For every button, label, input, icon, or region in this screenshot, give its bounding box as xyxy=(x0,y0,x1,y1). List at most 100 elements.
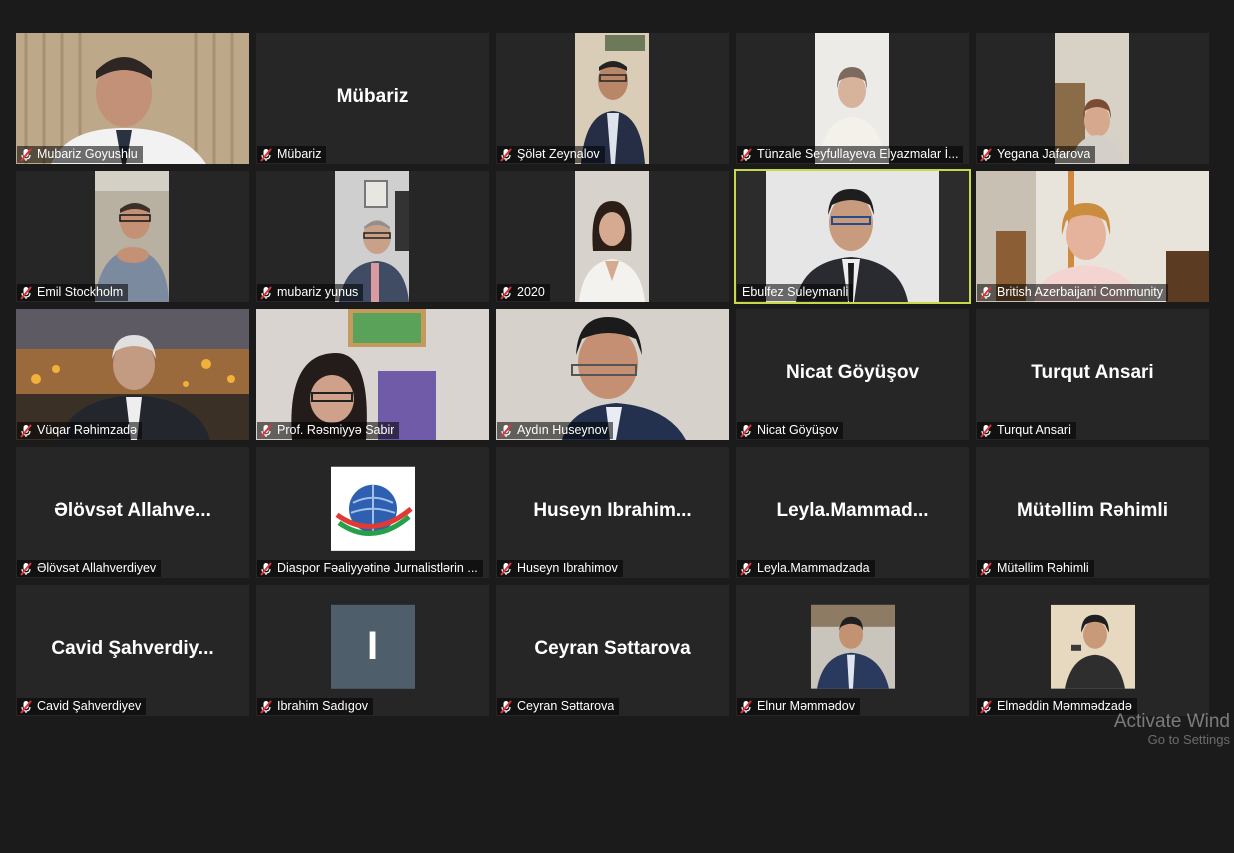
participant-tile[interactable]: Mütəllim Rəhimli Mütəllim Rəhimli xyxy=(976,447,1209,578)
participant-nameplate: Elnur Məmmədov xyxy=(737,698,860,715)
muted-mic-icon xyxy=(739,700,753,714)
participant-name: Elməddin Məmmədzadə xyxy=(997,699,1132,713)
participant-video xyxy=(256,309,489,440)
participant-tile[interactable]: Huseyn Ibrahim... Huseyn Ibrahimov xyxy=(496,447,729,578)
participant-nameplate: Leyla.Mammadzada xyxy=(737,560,875,577)
participant-name: Huseyn Ibrahimov xyxy=(517,561,618,575)
muted-mic-icon xyxy=(19,424,33,438)
muted-mic-icon xyxy=(739,424,753,438)
participant-tile[interactable]: Vüqar Rəhimzadə xyxy=(16,309,249,440)
participant-tile[interactable]: British Azerbaijani Community xyxy=(976,171,1209,302)
globe-logo-avatar xyxy=(330,466,415,551)
muted-mic-icon xyxy=(259,562,273,576)
participant-name: Ceyran Səttarova xyxy=(517,699,615,713)
participant-name: 2020 xyxy=(517,285,545,299)
activate-windows-subtext: Go to Settings xyxy=(1147,732,1230,747)
participant-tile[interactable]: Əlövsət Allahve... Əlövsət Allahverdiyev xyxy=(16,447,249,578)
muted-mic-icon xyxy=(979,700,993,714)
participant-nameplate: Huseyn Ibrahimov xyxy=(497,560,623,577)
muted-mic-icon xyxy=(499,562,513,576)
participant-name: Mubariz Goyushlu xyxy=(37,147,138,161)
muted-mic-icon xyxy=(259,424,273,438)
participant-tile[interactable]: Emil Stockholm xyxy=(16,171,249,302)
participant-video xyxy=(335,171,409,302)
participant-nameplate: Emil Stockholm xyxy=(17,284,129,301)
participant-tile[interactable]: Nicat Göyüşov Nicat Göyüşov xyxy=(736,309,969,440)
participant-nameplate: Vüqar Rəhimzadə xyxy=(17,422,143,439)
participant-display-name: Mübariz xyxy=(336,85,409,107)
participant-nameplate: Turqut Ansari xyxy=(977,422,1076,439)
participant-nameplate: Aydın Huseynov xyxy=(497,422,613,439)
participant-tile[interactable]: Elməddin Məmmədzadə xyxy=(976,585,1209,716)
participant-nameplate: Diaspor Fəaliyyətinə Jurnalistlərin ... xyxy=(257,560,483,577)
participant-video xyxy=(575,171,649,302)
muted-mic-icon xyxy=(19,562,33,576)
initial-avatar: I xyxy=(330,604,415,689)
participant-display-name: Leyla.Mammad... xyxy=(776,499,929,521)
muted-mic-icon xyxy=(259,148,273,162)
muted-mic-icon xyxy=(499,424,513,438)
participant-tile[interactable]: Şölət Zeynalov xyxy=(496,33,729,164)
participant-tile[interactable]: Aydın Huseynov xyxy=(496,309,729,440)
participant-tile[interactable]: Tünzale Seyfullayeva Elyazmalar İ... xyxy=(736,33,969,164)
participant-name: Şölət Zeynalov xyxy=(517,147,600,161)
participant-video xyxy=(95,171,169,302)
participant-nameplate: mubariz yunus xyxy=(257,284,364,301)
muted-mic-icon xyxy=(979,286,993,300)
participant-video xyxy=(16,33,249,164)
participant-name: Emil Stockholm xyxy=(37,285,124,299)
participant-nameplate: Elməddin Məmmədzadə xyxy=(977,698,1137,715)
participant-tile[interactable]: Cavid Şahverdiy... Cavid Şahverdiyev xyxy=(16,585,249,716)
participant-nameplate: Mütəllim Rəhimli xyxy=(977,560,1094,577)
muted-mic-icon xyxy=(979,424,993,438)
participant-tile[interactable]: I Ibrahim Sadıgov xyxy=(256,585,489,716)
participant-nameplate: Mübariz xyxy=(257,146,327,163)
participant-video xyxy=(16,309,249,440)
participant-name: Vüqar Rəhimzadə xyxy=(37,423,138,437)
participant-name: Leyla.Mammadzada xyxy=(757,561,870,575)
participant-nameplate: Ebulfez Suleymanli xyxy=(737,284,854,301)
participant-nameplate: Mubariz Goyushlu xyxy=(17,146,143,163)
participant-video xyxy=(496,309,729,440)
participant-tile[interactable]: mubariz yunus xyxy=(256,171,489,302)
muted-mic-icon xyxy=(499,286,513,300)
participant-tile[interactable]: Elnur Məmmədov xyxy=(736,585,969,716)
participant-name: Mübariz xyxy=(277,147,322,161)
participant-tile-active-speaker[interactable]: Ebulfez Suleymanli xyxy=(734,169,971,304)
participant-display-name: Mütəllim Rəhimli xyxy=(1017,499,1168,521)
participant-tile[interactable]: Diaspor Fəaliyyətinə Jurnalistlərin ... xyxy=(256,447,489,578)
participant-video xyxy=(575,33,649,164)
participant-tile[interactable]: Turqut Ansari Turqut Ansari xyxy=(976,309,1209,440)
participant-display-name: Nicat Göyüşov xyxy=(785,361,920,383)
participant-nameplate: Cavid Şahverdiyev xyxy=(17,698,147,715)
participant-name: Aydın Huseynov xyxy=(517,423,608,437)
participant-name: Tünzale Seyfullayeva Elyazmalar İ... xyxy=(757,147,959,161)
participant-tile[interactable]: 2020 xyxy=(496,171,729,302)
participant-name: Ebulfez Suleymanli xyxy=(742,285,849,299)
participant-name: Nicat Göyüşov xyxy=(757,423,839,437)
participant-nameplate: Ibrahim Sadıgov xyxy=(257,698,374,715)
participant-display-name: Huseyn Ibrahim... xyxy=(533,499,692,521)
muted-mic-icon xyxy=(259,700,273,714)
participant-tile[interactable]: Yegana Jafarova xyxy=(976,33,1209,164)
participant-name: Diaspor Fəaliyyətinə Jurnalistlərin ... xyxy=(277,561,478,575)
muted-mic-icon xyxy=(19,148,33,162)
muted-mic-icon xyxy=(19,700,33,714)
participant-tile[interactable]: Prof. Rəsmiyyə Sabir xyxy=(256,309,489,440)
participant-display-name: Turqut Ansari xyxy=(1031,361,1154,383)
participant-display-name: Əlövsət Allahve... xyxy=(54,499,211,521)
participant-video xyxy=(1055,33,1129,164)
photo-avatar xyxy=(1050,604,1135,689)
photo-avatar xyxy=(810,604,895,689)
participant-tile[interactable]: Mubariz Goyushlu xyxy=(16,33,249,164)
participant-nameplate: Şölət Zeynalov xyxy=(497,146,605,163)
participant-tile[interactable]: Ceyran Səttarova Ceyran Səttarova xyxy=(496,585,729,716)
participant-name: Yegana Jafarova xyxy=(997,147,1091,161)
activate-windows-watermark: Activate Wind xyxy=(1113,711,1230,732)
participant-nameplate: Ceyran Səttarova xyxy=(497,698,620,715)
participant-display-name: Ceyran Səttarova xyxy=(534,637,691,659)
gallery-grid: Mubariz Goyushlu Mübariz Mübariz Şölət Z… xyxy=(16,33,1209,853)
participant-tile[interactable]: Leyla.Mammad... Leyla.Mammadzada xyxy=(736,447,969,578)
participant-name: Prof. Rəsmiyyə Sabir xyxy=(277,423,395,437)
participant-tile[interactable]: Mübariz Mübariz xyxy=(256,33,489,164)
